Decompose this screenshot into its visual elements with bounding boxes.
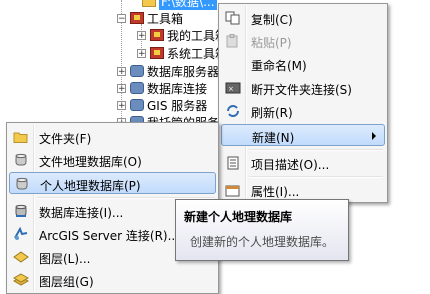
menu-item-label: 图层组(G) xyxy=(39,275,94,289)
menu-item-properties[interactable]: 属性(I)... xyxy=(221,179,385,201)
expand-icon[interactable]: + xyxy=(117,100,126,110)
arcgis-server-icon xyxy=(13,227,29,241)
menu-item-label: 属性(I)... xyxy=(251,185,300,199)
personal-geodatabase-icon xyxy=(14,177,30,191)
tree-item-system-toolboxes[interactable]: + 系统工具箱 xyxy=(137,45,227,61)
menu-item-label: 图层(L)... xyxy=(39,252,91,266)
expand-icon[interactable]: + xyxy=(137,30,146,40)
database-connection-icon xyxy=(13,204,29,218)
menu-separator xyxy=(249,176,383,178)
toolbox-icon xyxy=(130,12,144,24)
menu-item-rename[interactable]: 重命名(M) xyxy=(221,53,385,75)
menu-item-label: 新建(N) xyxy=(252,131,295,145)
tree-item-folder[interactable]: F:\数据\... xyxy=(142,0,217,10)
properties-icon xyxy=(225,183,241,197)
toolbox-icon xyxy=(150,29,164,41)
menu-item-copy[interactable]: 复制(C) xyxy=(221,7,385,29)
menu-item-label: 断开文件夹连接(S) xyxy=(251,83,352,97)
menu-item-label: 复制(C) xyxy=(251,13,293,27)
menu-item-label: 粘贴(P) xyxy=(251,36,292,50)
gis-server-icon xyxy=(130,99,144,111)
file-geodatabase-icon xyxy=(13,153,29,167)
toolbox-icon xyxy=(150,47,164,59)
menu-item-new[interactable]: 新建(N) xyxy=(221,124,385,146)
expand-icon[interactable]: + xyxy=(117,66,126,76)
tooltip-title: 新建个人地理数据库 xyxy=(184,210,293,224)
group-layer-icon xyxy=(13,273,29,287)
tree-item-label: F:\数据\... xyxy=(159,0,217,10)
menu-item-label: 个人地理数据库(P) xyxy=(40,179,141,193)
menu-item-label: ArcGIS Server 连接(R)... xyxy=(39,229,180,243)
tree-item-database-connections[interactable]: + 数据库连接 xyxy=(117,80,207,96)
menu-item-label: 项目描述(O)... xyxy=(251,158,330,172)
tree-item-label: 数据库连接 xyxy=(147,81,208,96)
menu-item-label: 文件夹(F) xyxy=(39,132,92,146)
tree-item-label: GIS 服务器 xyxy=(147,98,208,113)
folder-icon xyxy=(13,130,29,144)
menu-item-label: 重命名(M) xyxy=(251,59,307,73)
tree-item-toolboxes[interactable]: − 工具箱 xyxy=(117,10,183,26)
menu-item-paste[interactable]: 粘贴(P) xyxy=(221,30,385,52)
database-server-icon xyxy=(130,65,144,77)
refresh-icon xyxy=(225,104,241,118)
tree-item-label: 工具箱 xyxy=(147,11,184,26)
menu-item-label: 刷新(R) xyxy=(251,106,293,120)
tooltip: 新建个人地理数据库 创建新的个人地理数据库。 xyxy=(175,199,349,261)
paste-icon xyxy=(225,34,241,48)
submenu-item-group-layer[interactable]: 图层组(G) xyxy=(9,269,216,291)
folder-icon xyxy=(142,0,156,7)
expand-icon[interactable]: + xyxy=(117,83,126,93)
tree-item-database-servers[interactable]: + 数据库服务器 xyxy=(117,63,219,79)
context-menu: 复制(C) 粘贴(P) 重命名(M) × 断开文件夹连接(S) 刷新(R) 新建… xyxy=(218,3,388,203)
menu-item-refresh[interactable]: 刷新(R) xyxy=(221,100,385,122)
menu-item-disconnect-folder[interactable]: × 断开文件夹连接(S) xyxy=(221,77,385,99)
copy-icon xyxy=(225,11,241,25)
tree-item-my-toolboxes[interactable]: + 我的工具箱 xyxy=(137,27,227,43)
menu-item-item-description[interactable]: 项目描述(O)... xyxy=(221,152,385,174)
database-connection-icon xyxy=(130,82,144,94)
submenu-arrow-icon xyxy=(372,132,376,140)
layer-icon xyxy=(13,250,29,264)
svg-text:×: × xyxy=(228,85,234,93)
submenu-item-personal-geodatabase[interactable]: 个人地理数据库(P) xyxy=(9,172,216,194)
menu-separator xyxy=(249,149,383,151)
disconnect-folder-icon: × xyxy=(225,81,241,95)
tooltip-description: 创建新的个人地理数据库。 xyxy=(190,235,335,249)
submenu-item-folder[interactable]: 文件夹(F) xyxy=(9,126,216,148)
submenu-item-file-geodatabase[interactable]: 文件地理数据库(O) xyxy=(9,149,216,171)
tree-item-gis-servers[interactable]: + GIS 服务器 xyxy=(117,97,207,113)
menu-item-label: 数据库连接(I)... xyxy=(39,206,124,220)
menu-item-label: 文件地理数据库(O) xyxy=(39,155,142,169)
item-description-icon xyxy=(225,156,241,170)
collapse-icon[interactable]: − xyxy=(117,13,126,23)
tree-item-label: 数据库服务器 xyxy=(147,64,220,79)
expand-icon[interactable]: + xyxy=(137,48,146,58)
